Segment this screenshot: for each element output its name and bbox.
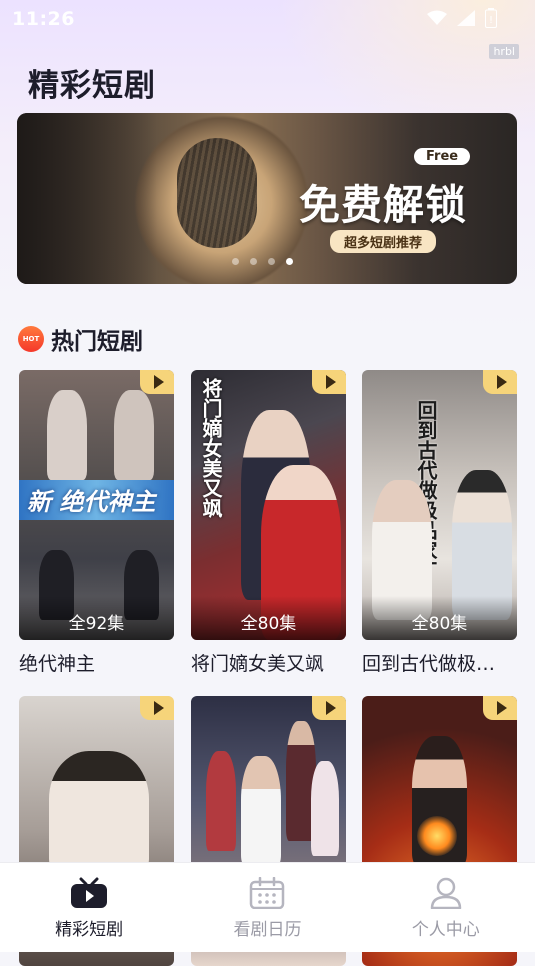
pagination-dot-active[interactable]	[286, 258, 293, 265]
tab-label: 个人中心	[411, 920, 480, 940]
poster-figure	[311, 761, 339, 856]
drama-poster[interactable]: 将门嫡女美又飒 全80集	[191, 370, 346, 640]
drama-title[interactable]: 将门嫡女美又飒	[191, 649, 341, 676]
play-badge-icon	[140, 370, 174, 394]
episode-count: 全80集	[362, 596, 517, 640]
banner-pagination	[232, 258, 293, 265]
app-title: 精彩短剧	[28, 68, 156, 104]
play-badge-icon	[483, 370, 517, 394]
section-title: 热门短剧	[51, 329, 143, 355]
tab-label: 精彩短剧	[55, 920, 124, 940]
poster-figure	[241, 756, 281, 866]
drama-title[interactable]: 回到古代做极…	[362, 649, 512, 676]
banner-shadow	[17, 113, 157, 284]
calendar-icon	[250, 877, 285, 909]
play-badge-icon	[483, 696, 517, 720]
play-badge-icon	[140, 696, 174, 720]
drama-poster[interactable]: 回到古代做极品家丁 全80集	[362, 370, 517, 640]
promo-banner[interactable]: Free 免费解锁 超多短剧推荐	[17, 113, 517, 284]
episode-count: 全80集	[191, 596, 346, 640]
film-reel-detail	[177, 138, 257, 248]
signal-icon	[457, 10, 475, 26]
tab-calendar[interactable]: 看剧日历	[178, 863, 356, 952]
bottom-tab-bar: 精彩短剧 看剧日历 个人中心	[0, 862, 535, 952]
drama-card[interactable]: 回到古代做极品家丁 全80集 回到古代做极…	[362, 370, 517, 676]
poster-figure	[47, 390, 87, 480]
pagination-dot[interactable]	[232, 258, 239, 265]
drama-poster[interactable]: 新 绝代神主 全92集	[19, 370, 174, 640]
play-badge-icon	[312, 370, 346, 394]
status-time: 11:26	[12, 8, 75, 30]
drama-card[interactable]: 新 绝代神主 全92集 绝代神主	[19, 370, 174, 676]
svg-text:!: !	[489, 15, 493, 26]
wifi-icon	[427, 10, 447, 25]
tab-home[interactable]: 精彩短剧	[0, 863, 178, 952]
status-bar: 11:26 !	[0, 0, 535, 36]
poster-title-art: 新 绝代神主	[27, 488, 156, 516]
battery-icon: !	[485, 8, 497, 28]
banner-free-badge: Free	[414, 148, 471, 165]
tab-profile[interactable]: 个人中心	[357, 863, 535, 952]
pagination-dot[interactable]	[250, 258, 257, 265]
watermark-label: hrbl	[489, 44, 519, 59]
banner-subtitle: 超多短剧推荐	[330, 230, 437, 253]
drama-title[interactable]: 绝代神主	[19, 649, 169, 676]
banner-headline: 免费解锁	[299, 181, 467, 229]
status-icons: !	[427, 8, 497, 28]
tab-label: 看剧日历	[233, 920, 302, 940]
play-badge-icon	[312, 696, 346, 720]
drama-card[interactable]: 将门嫡女美又飒 全80集 将门嫡女美又飒	[191, 370, 346, 676]
tv-icon	[71, 877, 108, 908]
poster-fire-effect	[417, 816, 457, 856]
poster-title-art: 将门嫡女美又飒	[199, 378, 223, 518]
poster-figure	[114, 390, 154, 480]
user-icon	[430, 877, 462, 909]
poster-figure	[49, 751, 149, 871]
hot-flame-icon: HOT	[18, 326, 44, 352]
poster-figure	[206, 751, 236, 851]
episode-count: 全92集	[19, 596, 174, 640]
pagination-dot[interactable]	[268, 258, 275, 265]
section-header-hot: HOT 热门短剧	[18, 322, 143, 356]
